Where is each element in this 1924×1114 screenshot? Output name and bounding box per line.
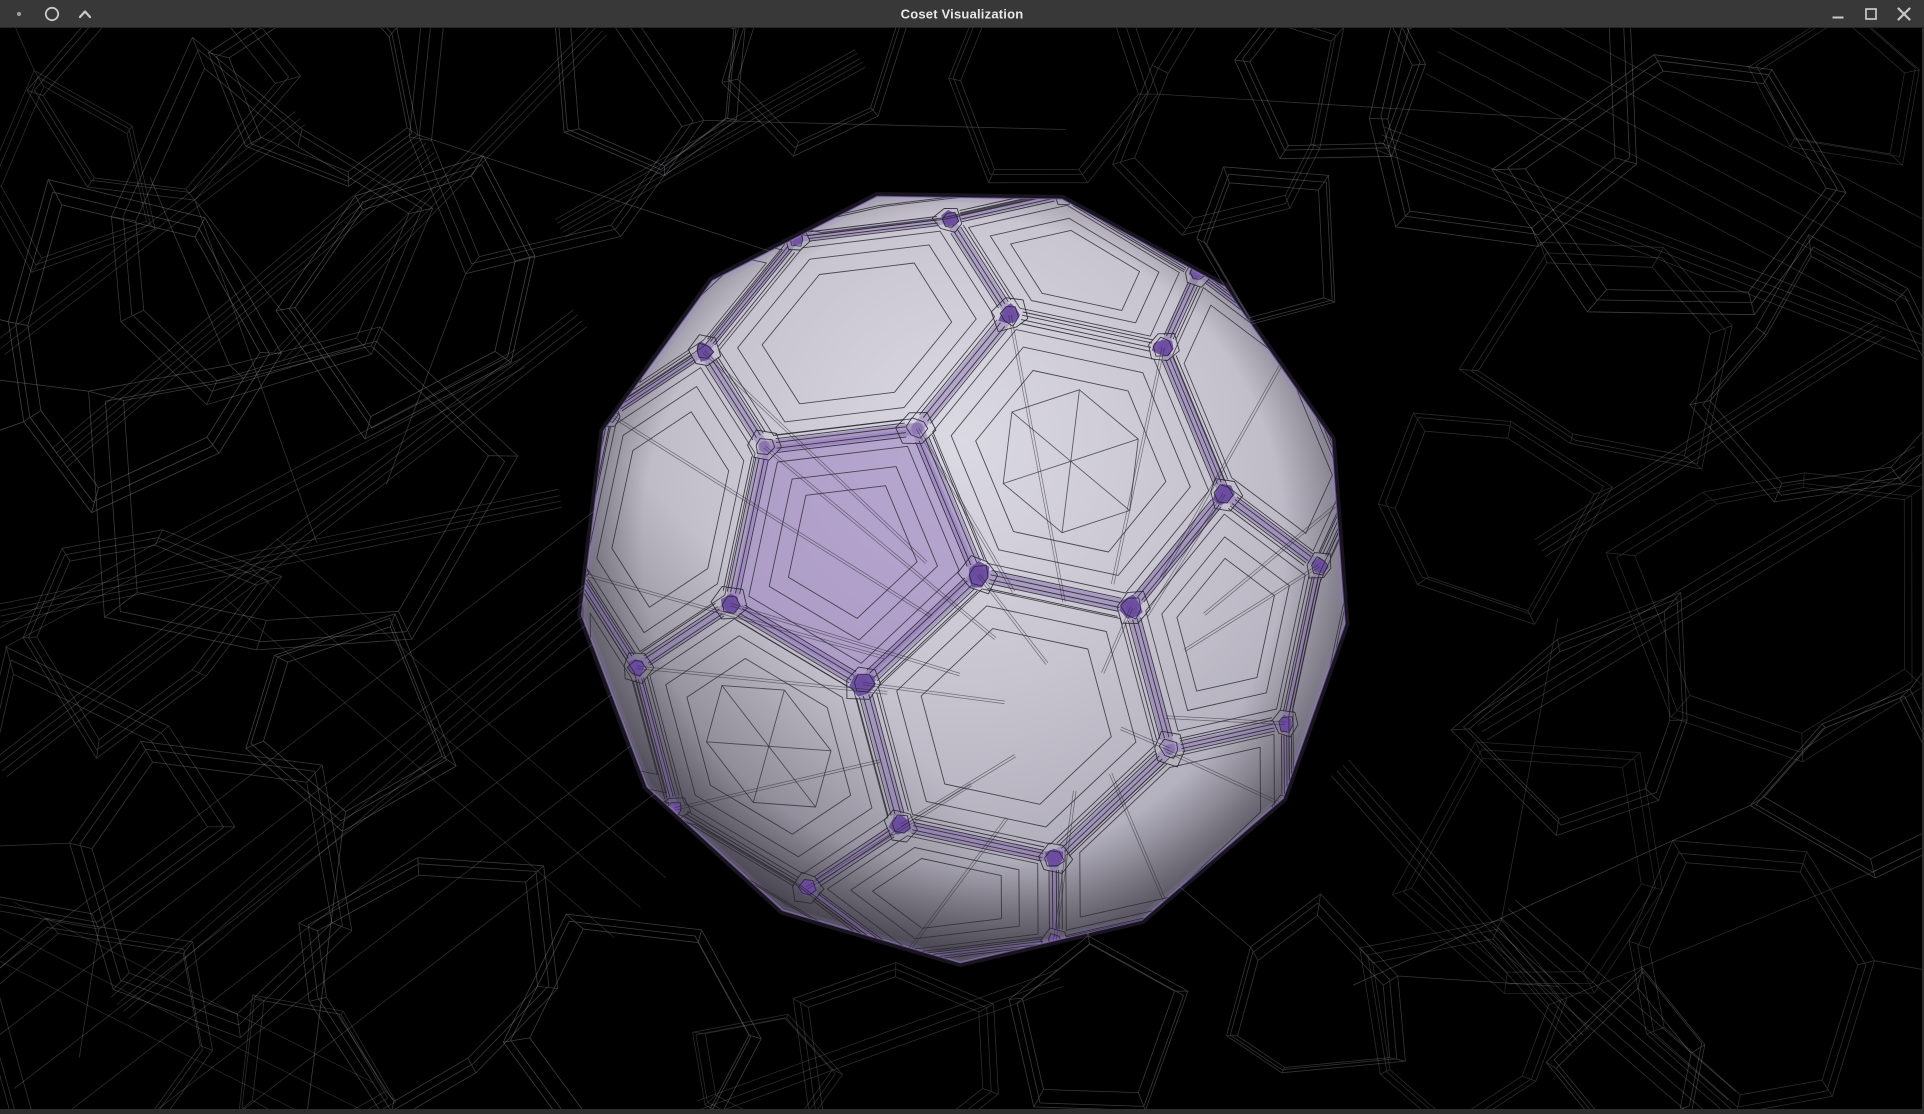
titlebar[interactable]: Coset Visualization bbox=[0, 0, 1924, 28]
window-title: Coset Visualization bbox=[901, 6, 1024, 21]
close-icon bbox=[1893, 3, 1915, 25]
maximize-button[interactable] bbox=[1858, 3, 1884, 25]
dot-icon bbox=[9, 4, 29, 24]
titlebar-left-icons bbox=[0, 4, 95, 24]
maximize-icon bbox=[1860, 3, 1882, 25]
circle-icon[interactable] bbox=[42, 4, 62, 24]
coset-scene-svg bbox=[0, 28, 1922, 1109]
app-window: Coset Visualization bbox=[0, 0, 1924, 1114]
minimize-icon bbox=[1827, 3, 1849, 25]
viewport-3d[interactable] bbox=[0, 28, 1924, 1114]
window-controls bbox=[1825, 3, 1924, 25]
minimize-button[interactable] bbox=[1825, 3, 1851, 25]
chevron-up-icon[interactable] bbox=[75, 4, 95, 24]
close-button[interactable] bbox=[1891, 3, 1917, 25]
